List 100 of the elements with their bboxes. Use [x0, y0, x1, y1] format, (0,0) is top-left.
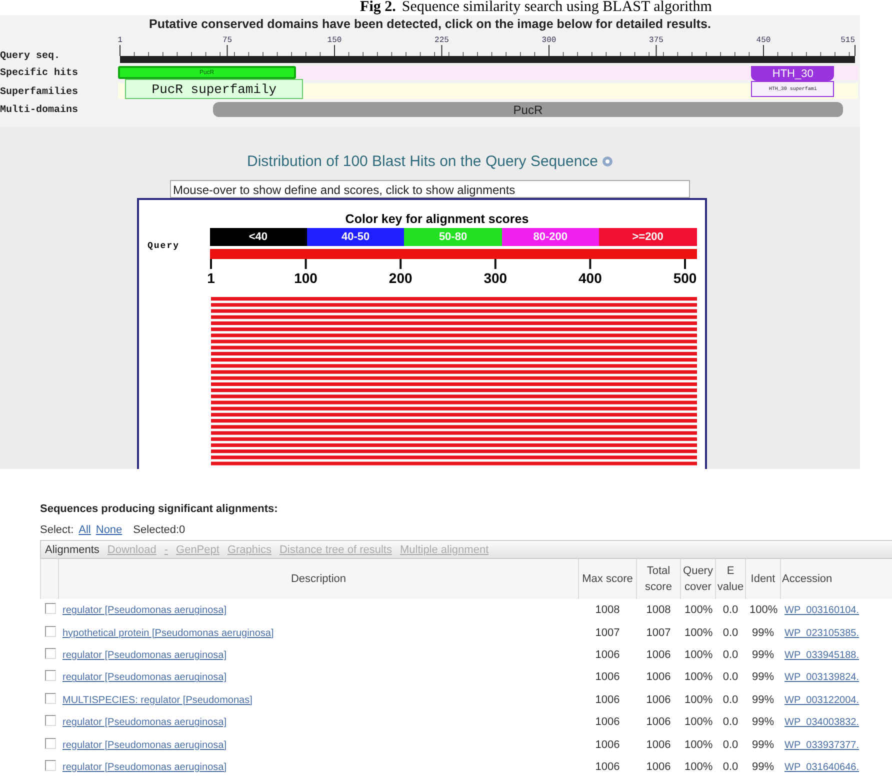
color-key-cell: <40	[210, 228, 307, 246]
table-cell: 1008	[646, 604, 671, 616]
select-label: Select:	[40, 524, 74, 536]
table-cell: 100%	[684, 738, 713, 751]
ruler-label: 150	[327, 36, 342, 45]
selected-count: Selected:0	[133, 524, 186, 536]
description-link[interactable]: regulator [Pseudomonas aeruginosa]	[62, 717, 226, 728]
table-cell: 99%	[752, 760, 774, 773]
row-checkbox[interactable]	[44, 692, 56, 704]
accession-link[interactable]: WP_023105385.	[784, 628, 860, 639]
domain-bar[interactable]: HTH_30	[751, 66, 834, 81]
description-link[interactable]: hypothetical protein [Pseudomonas aeruginosa]	[62, 628, 274, 639]
table-cell: 100%	[684, 716, 713, 728]
table-cell: 0.0	[722, 604, 738, 616]
select-link[interactable]: All	[78, 524, 91, 536]
column-header[interactable]: Accession	[780, 559, 892, 599]
key-title: Color key for alignment scores	[345, 212, 529, 226]
color-key-cell: 50-80	[404, 228, 502, 246]
description-link[interactable]: regulator [Pseudomonas aeruginosa]	[62, 740, 226, 751]
ruler-label: 300	[542, 36, 556, 45]
table-cell: 1007	[595, 626, 620, 639]
column-header[interactable]: Total score	[636, 559, 680, 599]
table-cell: 1006	[646, 716, 671, 728]
accession-link[interactable]: WP_031640646.	[784, 762, 860, 773]
figure-caption: Fig 2. Sequence similarity search using BLAST algorithm	[359, 0, 713, 15]
table-cell: 100%	[684, 648, 713, 661]
table-cell: 1006	[646, 760, 671, 773]
axis-drawing: 1 100 200 300 400 500	[148, 259, 696, 287]
description-link[interactable]: regulator [Pseudomonas aeruginosa]	[62, 605, 226, 616]
table-cell: 99%	[752, 648, 774, 661]
row-checkbox[interactable]	[44, 648, 56, 659]
description-link[interactable]: regulator [Pseudomonas aeruginosa]	[62, 762, 226, 773]
row-checkbox[interactable]	[44, 738, 56, 749]
column-header[interactable]: Query cover	[680, 559, 716, 599]
table-cell: 1006	[646, 738, 671, 751]
description-link[interactable]: regulator [Pseudomonas aeruginosa]	[62, 650, 226, 661]
color-key-cell: 40-50	[306, 228, 404, 246]
table-cell: 0.0	[722, 648, 738, 661]
description-link[interactable]: MULTISPECIES: regulator [Pseudomonas]	[62, 694, 252, 706]
table-cell: 1006	[646, 671, 671, 684]
table-cell: 0.0	[722, 694, 738, 706]
query-label: Query	[148, 241, 181, 251]
results-title: Sequences producing significant alignments:	[40, 503, 279, 515]
column-header[interactable]: Ident	[746, 559, 780, 599]
accession-link[interactable]: WP_033937377.	[784, 740, 860, 751]
table-cell: 100%	[684, 694, 713, 706]
column-header[interactable]: Max score	[578, 559, 636, 599]
row-checkbox[interactable]	[44, 715, 56, 726]
table-cell: 0.0	[722, 760, 738, 773]
ruler-label: 515	[840, 36, 855, 45]
row-checkbox[interactable]	[44, 603, 56, 614]
toolbar-link[interactable]: Alignments	[45, 544, 100, 556]
table-cell: 99%	[752, 626, 774, 639]
ruler-label: 375	[649, 36, 664, 45]
domain-bar[interactable]: PucR	[212, 102, 844, 117]
color-key-cell: >=200	[599, 228, 697, 246]
table-cell: 0.0	[722, 626, 738, 639]
table-cell: 1006	[595, 694, 620, 706]
table-cell: 1006	[595, 738, 620, 751]
track-label: Query seq.	[0, 50, 62, 63]
row-checkbox[interactable]	[44, 626, 56, 637]
column-header[interactable]: Description	[58, 559, 578, 599]
ruler-label: 225	[434, 36, 449, 45]
table-cell: 1008	[595, 604, 620, 616]
table-cell: 1006	[595, 716, 620, 728]
row-checkbox[interactable]	[44, 670, 56, 682]
table-cell: 1007	[646, 626, 671, 639]
table-cell: 1006	[595, 671, 620, 684]
domains-title: Putative conserved domains have been detected, click on the image below for detailed results.	[148, 17, 712, 31]
help-icon[interactable]	[602, 156, 614, 167]
table-cell: 1006	[595, 648, 620, 661]
distribution-title: Distribution of 100 Blast Hits on the Query Sequence	[246, 153, 598, 170]
accession-link[interactable]: WP_034003832.	[784, 717, 860, 728]
table-cell: 99%	[752, 694, 774, 706]
table-cell: 1006	[595, 760, 620, 773]
table-cell: 99%	[752, 671, 774, 684]
table-cell: 100%	[684, 671, 713, 684]
table-cell: 1006	[646, 648, 671, 661]
table-cell: 100%	[684, 604, 713, 616]
accession-link[interactable]: WP_003139824.	[784, 672, 860, 684]
column-header[interactable]: E value	[716, 559, 746, 599]
table-cell: 0.0	[722, 716, 738, 728]
accession-link[interactable]: WP_003160104.	[784, 605, 860, 616]
row-checkbox[interactable]	[44, 760, 56, 771]
ruler-label: 1	[118, 36, 122, 45]
accession-link[interactable]: WP_033945188.	[784, 650, 860, 661]
table-cell: 100%	[684, 626, 713, 639]
track-label: Superfamilies	[0, 86, 80, 99]
table-cell: 99%	[752, 716, 774, 728]
table-cell: 1006	[646, 694, 671, 706]
table-cell: 0.0	[722, 671, 738, 684]
hint-field: Mouse-over to show define and scores, click to show alignments	[170, 180, 690, 198]
select-link[interactable]: None	[96, 524, 122, 536]
color-key-cell: 80-200	[502, 228, 600, 246]
accession-link[interactable]: WP_003122004.	[784, 694, 860, 706]
description-link[interactable]: regulator [Pseudomonas aeruginosa]	[62, 672, 226, 684]
domain-bar[interactable]: PucR superfamily	[125, 79, 303, 99]
table-cell: 99%	[752, 738, 774, 751]
table-cell: 0.0	[722, 738, 738, 751]
track-label: Specific hits	[0, 67, 80, 80]
